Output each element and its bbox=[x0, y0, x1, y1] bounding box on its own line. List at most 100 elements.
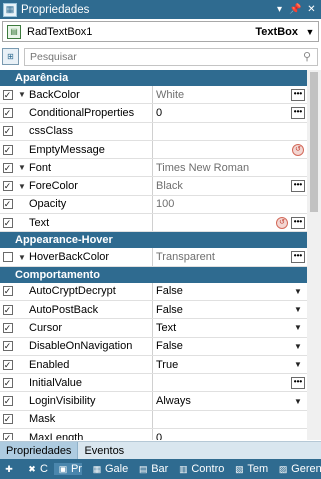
taskbar-item[interactable]: ▥ Contro bbox=[174, 463, 224, 475]
property-name-cell[interactable]: ▼ HoverBackColor bbox=[15, 248, 153, 266]
property-name-cell[interactable]: Opacity bbox=[15, 195, 153, 214]
property-value-cell[interactable]: Times New Roman bbox=[153, 159, 307, 176]
ellipsis-button[interactable]: ••• bbox=[291, 180, 305, 193]
property-row[interactable]: ✓ ConditionalProperties 0 ••• bbox=[0, 104, 307, 123]
property-name-cell[interactable]: Mask bbox=[15, 410, 153, 429]
property-value[interactable]: White bbox=[156, 89, 291, 101]
property-value-cell[interactable]: Always ▼ bbox=[153, 392, 307, 409]
taskbar-item[interactable]: ▨ Geren bbox=[274, 463, 321, 475]
category-header[interactable]: Comportamento bbox=[0, 266, 307, 283]
property-name-cell[interactable]: ▼ Font bbox=[15, 159, 153, 177]
property-value[interactable]: False bbox=[156, 304, 292, 316]
property-checkbox[interactable]: ✓ bbox=[2, 199, 13, 210]
chevron-down-icon[interactable]: ▼ bbox=[292, 360, 304, 369]
reset-value-icon[interactable]: ↺ bbox=[276, 216, 288, 229]
ellipsis-button[interactable]: ••• bbox=[291, 376, 305, 389]
expand-arrow-icon[interactable]: ▼ bbox=[15, 182, 29, 191]
chevron-down-icon[interactable]: ▼ bbox=[292, 287, 304, 296]
property-value[interactable]: 100 bbox=[156, 198, 307, 210]
property-row[interactable]: ✓ ▼ BackColor White ••• bbox=[0, 86, 307, 105]
taskbar-item[interactable]: ▣ Pr bbox=[53, 463, 82, 475]
property-checkbox[interactable]: ✓ bbox=[2, 181, 13, 192]
property-value-cell[interactable]: ↺ bbox=[153, 141, 307, 158]
property-checkbox[interactable]: ✓ bbox=[2, 144, 13, 155]
property-name-cell[interactable]: LoginVisibility bbox=[15, 392, 153, 410]
property-row[interactable]: ✓ AutoPostBack False ▼ bbox=[0, 300, 307, 320]
property-value-cell[interactable]: Text ▼ bbox=[153, 319, 307, 336]
property-checkbox[interactable]: ✓ bbox=[2, 432, 13, 440]
vertical-scrollbar[interactable] bbox=[307, 70, 321, 440]
property-row[interactable]: ✓ Cursor Text ▼ bbox=[0, 319, 307, 338]
property-name-cell[interactable]: ▼ ForeColor bbox=[15, 177, 153, 195]
property-name-cell[interactable]: ConditionalProperties bbox=[15, 104, 153, 122]
property-checkbox[interactable]: ✓ bbox=[2, 396, 13, 407]
property-name-cell[interactable]: Enabled bbox=[15, 355, 153, 374]
property-value-cell[interactable]: 0 bbox=[153, 429, 307, 440]
dropdown-icon[interactable]: ▾ bbox=[273, 4, 286, 15]
property-value[interactable]: Always bbox=[156, 395, 292, 407]
property-value-cell[interactable]: White ••• bbox=[153, 86, 307, 103]
property-value[interactable]: Text bbox=[156, 322, 292, 334]
pin-icon[interactable]: 📌 bbox=[289, 4, 302, 15]
expand-arrow-icon[interactable]: ▼ bbox=[15, 90, 29, 99]
chevron-down-icon[interactable]: ▼ bbox=[304, 27, 316, 37]
property-name-cell[interactable]: AutoPostBack bbox=[15, 300, 153, 319]
taskbar-item[interactable]: ▤ Bar bbox=[134, 463, 168, 475]
ellipsis-button[interactable]: ••• bbox=[291, 88, 305, 101]
search-icon[interactable]: ⚲ bbox=[303, 50, 317, 63]
property-value[interactable]: False bbox=[156, 285, 292, 297]
property-row[interactable]: ✓ Mask bbox=[0, 410, 307, 430]
property-value[interactable]: Transparent bbox=[156, 251, 291, 263]
property-row[interactable]: ✓ Opacity 100 bbox=[0, 195, 307, 215]
property-value[interactable]: Black bbox=[156, 180, 291, 192]
property-row[interactable]: ✓ MaxLength 0 bbox=[0, 429, 307, 440]
property-name-cell[interactable]: cssClass bbox=[15, 122, 153, 140]
ellipsis-button[interactable]: ••• bbox=[291, 216, 305, 229]
property-row[interactable]: ✓ cssClass bbox=[0, 122, 307, 141]
property-checkbox[interactable]: ✓ bbox=[2, 341, 13, 352]
property-value-cell[interactable]: ••• bbox=[153, 374, 307, 391]
property-value[interactable]: Times New Roman bbox=[156, 162, 307, 174]
tab-propriedades[interactable]: Propriedades bbox=[0, 442, 79, 459]
property-checkbox[interactable]: ✓ bbox=[2, 162, 13, 173]
property-checkbox[interactable]: ✓ bbox=[2, 414, 13, 425]
taskbar-item[interactable]: ✚ bbox=[0, 463, 17, 475]
property-value-cell[interactable]: ↺ ••• bbox=[153, 214, 307, 231]
property-row[interactable]: ▼ HoverBackColor Transparent ••• bbox=[0, 248, 307, 267]
property-value-cell[interactable]: 0 ••• bbox=[153, 104, 307, 121]
property-name-cell[interactable]: Text bbox=[15, 214, 153, 232]
search-box[interactable]: ⚲ bbox=[24, 47, 318, 66]
tab-eventos[interactable]: Eventos bbox=[78, 442, 130, 459]
property-checkbox[interactable]: ✓ bbox=[2, 286, 13, 297]
property-checkbox[interactable]: ✓ bbox=[2, 217, 13, 228]
property-row[interactable]: ✓ InitialValue ••• bbox=[0, 374, 307, 393]
property-name-cell[interactable]: MaxLength bbox=[15, 429, 153, 440]
property-checkbox[interactable]: ✓ bbox=[2, 322, 13, 333]
property-value[interactable]: False bbox=[156, 340, 292, 352]
category-header[interactable]: Appearance-Hover bbox=[0, 232, 307, 249]
chevron-down-icon[interactable]: ▼ bbox=[292, 323, 304, 332]
property-checkbox[interactable]: ✓ bbox=[2, 359, 13, 370]
property-row[interactable]: ✓ ▼ ForeColor Black ••• bbox=[0, 177, 307, 196]
property-value-cell[interactable]: False ▼ bbox=[153, 283, 307, 300]
taskbar-item[interactable]: ✖ C bbox=[23, 463, 48, 475]
reset-value-icon[interactable]: ↺ bbox=[292, 143, 304, 156]
ellipsis-button[interactable]: ••• bbox=[291, 106, 305, 119]
close-icon[interactable]: ✕ bbox=[305, 4, 318, 15]
property-row[interactable]: ✓ DisableOnNavigation False ▼ bbox=[0, 337, 307, 356]
property-value-cell[interactable]: Black ••• bbox=[153, 177, 307, 194]
taskbar-item[interactable]: ▦ Gale bbox=[88, 463, 129, 475]
expand-arrow-icon[interactable]: ▼ bbox=[15, 163, 29, 172]
property-value-cell[interactable]: False ▼ bbox=[153, 338, 307, 355]
property-checkbox[interactable] bbox=[2, 252, 13, 263]
property-value[interactable]: 0 bbox=[156, 107, 291, 119]
property-row[interactable]: ✓ EmptyMessage ↺ bbox=[0, 140, 307, 160]
property-value-cell[interactable] bbox=[153, 411, 307, 428]
chevron-down-icon[interactable]: ▼ bbox=[292, 397, 304, 406]
property-row[interactable]: ✓ Text ↺ ••• bbox=[0, 214, 307, 233]
property-value-cell[interactable]: 100 bbox=[153, 196, 307, 213]
property-checkbox[interactable]: ✓ bbox=[2, 89, 13, 100]
property-checkbox[interactable]: ✓ bbox=[2, 304, 13, 315]
object-selector[interactable]: ▤ RadTextBox1 TextBox ▼ bbox=[2, 21, 319, 42]
property-row[interactable]: ✓ AutoCryptDecrypt False ▼ bbox=[0, 282, 307, 301]
